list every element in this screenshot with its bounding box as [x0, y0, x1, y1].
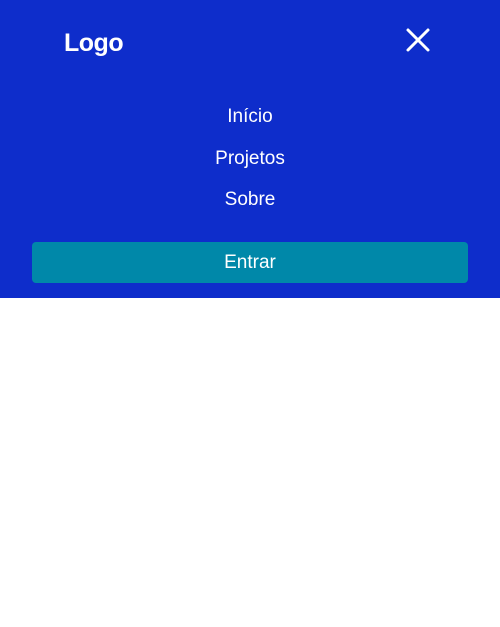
close-icon — [406, 28, 430, 52]
login-button[interactable]: Entrar — [32, 242, 468, 283]
page-content-area — [0, 298, 500, 627]
logo[interactable]: Logo — [64, 26, 124, 60]
main-navigation: Início Projetos Sobre — [0, 100, 500, 225]
close-menu-button[interactable] — [402, 24, 434, 56]
nav-item-sobre[interactable]: Sobre — [0, 183, 500, 217]
nav-item-projetos[interactable]: Projetos — [0, 142, 500, 176]
mobile-menu-panel: Logo Início Projetos Sobre Entrar — [0, 0, 500, 298]
nav-item-inicio[interactable]: Início — [0, 100, 500, 134]
